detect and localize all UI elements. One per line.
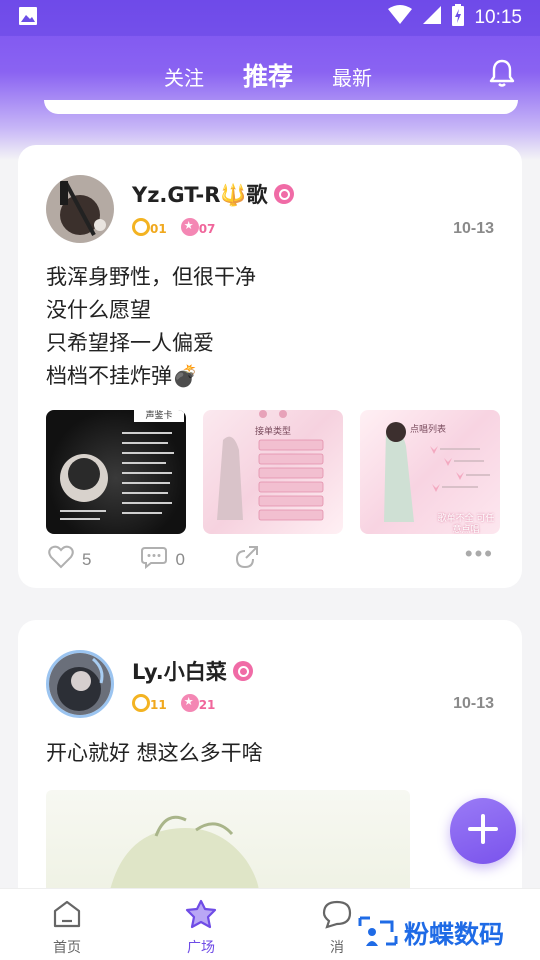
wifi-icon (388, 5, 413, 31)
username[interactable]: Ly.小白菜 (132, 656, 253, 686)
create-post-button[interactable] (450, 798, 516, 864)
post-line: 开心就好 想这么多干啥 (46, 741, 263, 765)
user-levels: 01 07 (132, 218, 215, 236)
heart-icon (48, 545, 74, 574)
nav-square[interactable]: 广场 (156, 899, 246, 957)
like-button[interactable]: 5 (48, 545, 91, 574)
verified-badge-icon (232, 661, 253, 681)
gallery-notification-icon (18, 6, 38, 30)
username[interactable]: Yz.GT-R🔱歌 (132, 179, 294, 209)
user-levels: 11 21 (132, 694, 215, 712)
charm-level-badge: 21 (180, 694, 215, 712)
avatar[interactable] (46, 175, 114, 243)
home-icon (51, 900, 83, 933)
tab-recommend[interactable]: 推荐 (243, 57, 293, 93)
share-button[interactable] (235, 545, 259, 574)
nav-home[interactable]: 首页 (22, 899, 112, 957)
post-line: 我浑身野性，但很干净 (46, 265, 256, 289)
clock: 10:15 (474, 7, 522, 28)
post-card[interactable]: Ly.小白菜 11 21 10-13 开心就好 想这么多干啥 (18, 620, 522, 910)
verified-badge-icon (273, 184, 294, 204)
share-icon (235, 545, 259, 574)
post-card[interactable]: Yz.GT-R🔱歌 01 07 10-13 我浑身野性，但很干净 没什么愿望 只… (18, 145, 522, 588)
post-actions: 5 0 ••• (48, 543, 494, 574)
bell-icon[interactable] (488, 58, 516, 92)
post-text: 我浑身野性，但很干净 没什么愿望 只希望择一人偏爱 档档不挂炸弹💣 (46, 261, 256, 393)
charm-level-badge: 07 (180, 218, 215, 236)
battery-icon (452, 4, 465, 32)
wealth-level-badge: 11 (132, 694, 167, 712)
watermark: 粉蝶数码 (354, 912, 509, 954)
post-line: 档档不挂炸弹💣 (46, 364, 199, 388)
comment-button[interactable]: 0 (141, 545, 185, 574)
image-caption-text: 歌单不全 可任意点唱 (437, 514, 495, 534)
message-icon (321, 900, 353, 933)
signal-icon (422, 5, 442, 31)
nav-home-label: 首页 (53, 940, 81, 956)
like-count: 5 (82, 549, 92, 569)
star-icon (184, 899, 218, 933)
post-text: 开心就好 想这么多干啥 (46, 737, 263, 770)
watermark-logo-icon (358, 914, 398, 952)
post-line: 只希望择一人偏爱 (46, 331, 214, 355)
post-image[interactable]: 点唱列表 歌单不全 可任意点唱 (360, 410, 500, 534)
watermark-text: 粉蝶数码 (404, 920, 505, 949)
avatar[interactable] (46, 650, 114, 718)
nav-square-label: 广场 (187, 940, 215, 956)
more-options-icon[interactable]: ••• (465, 543, 494, 565)
plus-icon (467, 813, 499, 849)
comment-icon (141, 545, 168, 574)
post-line: 没什么愿望 (46, 298, 151, 322)
post-image[interactable]: 声鉴卡 (46, 410, 186, 534)
post-date: 10-13 (453, 695, 494, 712)
wealth-level-badge: 01 (132, 218, 167, 236)
comment-count: 0 (175, 549, 185, 569)
post-images: 声鉴卡 接单类型 点唱列表 歌单不全 可任意点唱 (46, 410, 500, 534)
post-image[interactable]: 接单类型 (203, 410, 343, 534)
tab-follow[interactable]: 关注 (164, 62, 204, 91)
tab-latest[interactable]: 最新 (332, 62, 372, 91)
previous-card-edge (44, 100, 518, 114)
post-date: 10-13 (453, 220, 494, 237)
status-bar: 10:15 (0, 0, 540, 36)
feed-tabs: 关注 推荐 最新 (0, 52, 540, 96)
